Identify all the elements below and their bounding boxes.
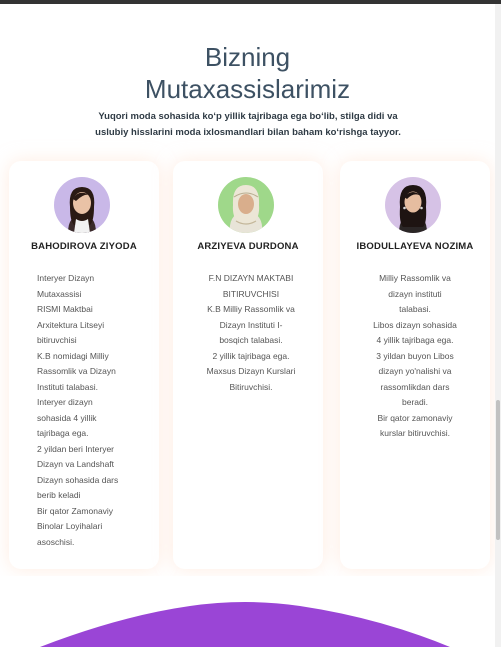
scrollbar-thumb[interactable]: [496, 400, 500, 540]
bio-line: 2 yillik tajribaga ega.: [212, 350, 290, 361]
section-subtitle-line2: uslubiy hisslarini moda ixlosmandlari bi…: [95, 127, 401, 138]
bio-line: 2 yildan beri Interyer: [37, 443, 115, 454]
bio-line: bitiruvchisi: [37, 335, 77, 345]
bio-line: Dizayn va Landshaft: [37, 459, 115, 469]
bio-line: berib keladi: [37, 490, 81, 500]
bio-line: rassomlikdan dars: [380, 381, 450, 392]
bio-line: bosqich talabasi.: [219, 335, 283, 345]
bio-line: Arxitektura Litseyi: [37, 319, 105, 330]
specialist-card: IBODULLAYEVA NOZIMA Milliy Rassomlik va …: [340, 161, 490, 569]
portrait-photo-icon: [218, 177, 274, 233]
scrollbar[interactable]: [495, 4, 501, 647]
bio-line: RISMI Maktbai: [37, 304, 93, 314]
bio-line: K.B Milliy Rassomlik va: [207, 304, 295, 314]
bio-line: Interyer Dizayn: [37, 273, 95, 283]
bio-line: dizayn yo'nalishi va: [378, 366, 452, 376]
bio-line: Milliy Rassomlik va: [379, 273, 451, 283]
bio-line: Mutaxassisi: [37, 288, 82, 299]
specialist-name: IBODULLAYEVA NOZIMA: [356, 241, 474, 252]
bio-line: Bitiruvchisi.: [229, 381, 273, 392]
specialist-bio: Interyer Dizayn Mutaxassisi RISMI Maktba…: [37, 271, 149, 550]
section-title: Bizning Mutaxassislarimiz: [0, 41, 495, 105]
avatar: [54, 177, 110, 233]
section-title-line2: Mutaxassislarimiz: [144, 74, 351, 104]
specialist-name: BAHODIROVA ZIYODA: [31, 241, 137, 252]
specialist-name: ARZIYEVA DURDONA: [197, 241, 299, 252]
bio-line: Libos dizayn sohasida: [373, 319, 457, 330]
bio-line: Binolar Loyihalari: [37, 521, 103, 531]
section-subtitle: Yuqori moda sohasida ko‘p yillik tajriba…: [70, 109, 426, 141]
bio-line: K.B nomidagi Milliy: [37, 350, 109, 361]
specialist-card: ARZIYEVA DURDONA F.N DIZAYN MAKTABI BITI…: [173, 161, 323, 569]
avatar: [218, 177, 274, 233]
bio-line: kurslar bitiruvchisi.: [380, 428, 450, 438]
section-title-line1: Bizning: [204, 42, 291, 72]
bio-line: 4 yillik tajribaga ega.: [376, 335, 454, 345]
bio-line: Interyer dizayn: [37, 397, 93, 407]
bio-line: Rassomlik va Dizayn: [37, 366, 116, 376]
decorative-shape: [40, 602, 450, 647]
bio-line: dizayn instituti: [388, 288, 442, 299]
bio-line: 3 yildan buyon Libos: [376, 350, 454, 361]
bio-line: sohasida 4 yillik: [37, 412, 97, 423]
specialist-card: BAHODIROVA ZIYODA Interyer Dizayn Mutaxa…: [9, 161, 159, 569]
bio-line: Bir qator zamonaviy: [377, 412, 453, 423]
bio-line: Maxsus Dizayn Kurslari: [206, 366, 296, 376]
bio-line: Instituti talabasi.: [37, 381, 98, 392]
section-subtitle-line1: Yuqori moda sohasida ko‘p yillik tajriba…: [98, 111, 398, 122]
bio-line: Dizayn sohasida dars: [37, 474, 119, 485]
bio-line: talabasi.: [399, 304, 431, 314]
bio-line: asoschisi.: [37, 536, 75, 547]
bio-line: F.N DIZAYN MAKTABI: [208, 273, 294, 283]
avatar: [385, 177, 441, 233]
specialist-bio: Milliy Rassomlik va dizayn instituti tal…: [359, 271, 471, 442]
portrait-photo-icon: [385, 177, 441, 233]
bio-line: BITIRUVCHISI: [222, 288, 280, 299]
bio-line: tajribaga ega.: [37, 428, 89, 438]
specialists-section: Bizning Mutaxassislarimiz Yuqori moda so…: [0, 4, 495, 576]
bio-line: Dizayn Instituti I-: [219, 319, 283, 330]
portrait-photo-icon: [54, 177, 110, 233]
bio-line: Bir qator Zamonaviy: [37, 505, 114, 516]
specialist-bio: F.N DIZAYN MAKTABI BITIRUVCHISI K.B Mill…: [195, 271, 307, 395]
bio-line: beradi.: [402, 397, 428, 407]
decorative-wave-section: [0, 576, 495, 647]
